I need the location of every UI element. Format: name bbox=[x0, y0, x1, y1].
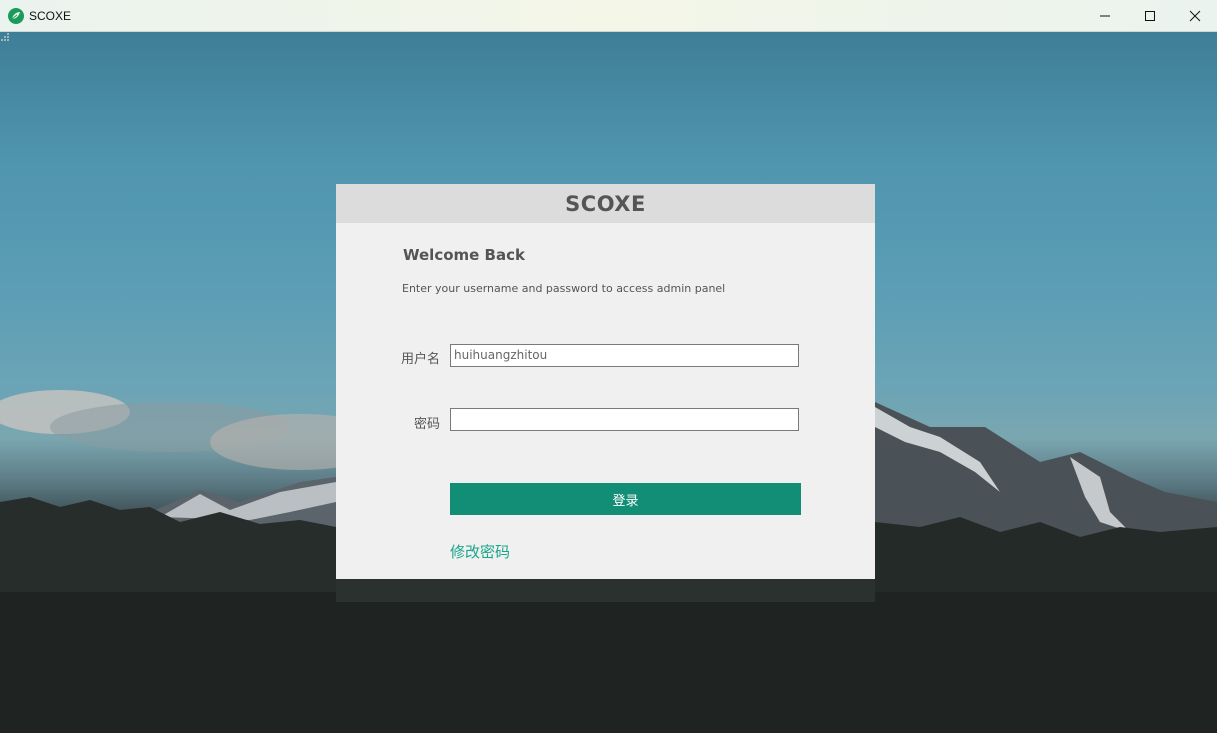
minimize-icon bbox=[1099, 15, 1110, 16]
minimize-button[interactable] bbox=[1082, 0, 1127, 31]
window-title: SCOXE bbox=[29, 8, 72, 23]
close-button[interactable] bbox=[1172, 0, 1217, 31]
card-header: SCOXE bbox=[336, 184, 875, 223]
login-card: SCOXE Welcome Back Enter your username a… bbox=[336, 184, 875, 579]
password-label: 密码 bbox=[413, 417, 440, 432]
maximize-button[interactable] bbox=[1127, 0, 1172, 31]
app-logo-icon bbox=[8, 7, 24, 24]
title-bar: SCOXE bbox=[0, 0, 1217, 32]
resize-grip-icon[interactable] bbox=[0, 32, 10, 42]
username-input[interactable]: huihuangzhitou bbox=[450, 344, 799, 367]
password-input[interactable] bbox=[450, 408, 799, 431]
maximize-icon bbox=[1144, 10, 1155, 21]
welcome-heading: Welcome Back bbox=[403, 246, 525, 264]
card-title: SCOXE bbox=[565, 191, 646, 216]
change-password-link[interactable]: 修改密码 bbox=[450, 541, 510, 562]
welcome-subtitle: Enter your username and password to acce… bbox=[402, 282, 726, 295]
username-label: 用户名 bbox=[400, 352, 440, 367]
login-button[interactable]: 登录 bbox=[450, 483, 801, 515]
close-icon bbox=[1189, 10, 1200, 21]
